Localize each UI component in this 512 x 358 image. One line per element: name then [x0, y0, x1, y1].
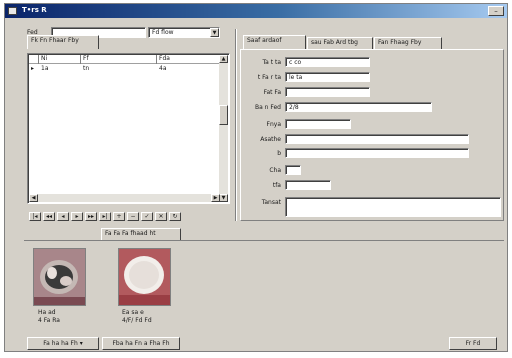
column-header[interactable]: Fda	[157, 55, 220, 64]
record-list[interactable]: Ni Ff Fda ▸ 1a tn 4a ▲ ▼ ◀ ▶	[27, 53, 230, 204]
field-label: Ta t ta	[262, 59, 281, 66]
field-label: tfa	[272, 182, 281, 189]
field-label: Ba n Fed	[254, 104, 281, 111]
nav-delete-button[interactable]: −	[127, 212, 139, 221]
list-header: Ni Ff Fda	[29, 55, 220, 64]
form-input[interactable]	[285, 148, 469, 158]
scroll-thumb[interactable]	[219, 105, 228, 125]
nav-last-button[interactable]: ▸|	[99, 212, 111, 221]
field-label: t Fa r ta	[257, 74, 281, 81]
nav-cancel-button[interactable]: ✕	[155, 212, 167, 221]
field-label: Fat Fa	[263, 89, 281, 96]
app-icon	[8, 7, 17, 15]
form-input[interactable]: le ta	[285, 72, 370, 82]
image-caption: 4/F/ Fd Fd	[122, 317, 152, 324]
nav-prior-button[interactable]: ◂	[57, 212, 69, 221]
form-input[interactable]: 2/8	[285, 102, 432, 112]
form-input-value: 2/8	[289, 104, 299, 111]
row-marker: ▸	[31, 65, 35, 72]
image-caption: Ha ad	[38, 309, 56, 316]
image-caption: Ea sa e	[122, 309, 144, 316]
tab-detail-2[interactable]: sau Fab Ard tbg	[307, 37, 373, 49]
scroll-down-icon[interactable]: ▼	[219, 194, 228, 202]
field-label: Cha	[269, 167, 281, 174]
table-cell: 1a	[41, 65, 49, 72]
image-strip: Ha ad 4 Fa Ra Ea sa e 4/F/ Fd Fd	[24, 240, 504, 334]
column-header[interactable]: Ni	[39, 55, 81, 64]
tab-detail-3[interactable]: Fan Fhaag Fby	[374, 37, 442, 49]
form-input-value: c co	[289, 59, 302, 66]
nav-prior-page-button[interactable]: ◂◂	[43, 212, 55, 221]
form-input[interactable]	[285, 180, 331, 190]
form-input[interactable]	[285, 87, 370, 97]
field-label: Tansat	[261, 199, 281, 206]
table-cell: 4a	[159, 65, 167, 72]
vertical-scrollbar[interactable]: ▲ ▼	[219, 55, 228, 202]
nav-next-page-button[interactable]: ▸▸	[85, 212, 97, 221]
nav-refresh-button[interactable]: ↻	[169, 212, 181, 221]
image-caption: 4 Fa Ra	[38, 317, 60, 324]
form-input-value: le ta	[289, 74, 303, 81]
nav-first-button[interactable]: |◂	[29, 212, 41, 221]
field-label: b	[277, 150, 281, 157]
field-label: Fnya	[266, 121, 281, 128]
filter-select-value: Fd flow	[152, 29, 174, 36]
field-label: Asathe	[260, 136, 281, 143]
tooth-image-icon	[34, 249, 85, 305]
chevron-down-icon[interactable]: ▼	[210, 28, 219, 37]
filter-select[interactable]: Fd flow ▼	[148, 27, 220, 38]
tab-images-1[interactable]: Fk Fn Fhaar Fby	[27, 35, 99, 49]
table-cell: tn	[83, 65, 90, 72]
scroll-right-icon[interactable]: ▶	[211, 194, 220, 202]
image-secondary-button[interactable]: Fba ha Fn a Fha Fh	[102, 337, 180, 350]
app-window: T•rs R – Fed Fd flow ▼ Ni Ff Fda ▸ 1a tn…	[4, 3, 508, 352]
scroll-up-icon[interactable]: ▲	[219, 55, 228, 63]
image-thumbnail[interactable]	[33, 248, 86, 306]
image-actions-dropdown[interactable]: Fa ha ha Fh ▾	[27, 337, 99, 350]
horizontal-scrollbar[interactable]: ◀ ▶	[29, 194, 220, 202]
header-marker-cell	[29, 55, 39, 64]
form-input[interactable]	[285, 134, 469, 144]
close-button[interactable]: –	[488, 6, 504, 16]
ok-button[interactable]: Fr Fd	[449, 337, 497, 350]
tab-images-2[interactable]: Fa Fa Fa fhaad ht	[101, 228, 181, 240]
tab-detail-1[interactable]: Saaf ardaof	[243, 35, 306, 49]
nav-insert-button[interactable]: +	[113, 212, 125, 221]
table-row[interactable]: ▸ 1a tn 4a	[29, 65, 220, 74]
nav-next-button[interactable]: ▸	[71, 212, 83, 221]
column-header[interactable]: Ff	[81, 55, 157, 64]
form-input[interactable]	[285, 165, 301, 175]
detail-panel: Ta t ta c co t Fa r ta le ta Fat Fa Ba n…	[240, 49, 504, 221]
image-thumbnail[interactable]	[118, 248, 171, 306]
scroll-left-icon[interactable]: ◀	[29, 194, 38, 202]
title-bar[interactable]: T•rs R –	[5, 4, 507, 18]
tooth-image-icon	[119, 249, 170, 305]
vertical-splitter[interactable]	[235, 29, 237, 221]
window-title: T•rs R	[22, 6, 47, 14]
nav-post-button[interactable]: ✓	[141, 212, 153, 221]
form-textarea[interactable]	[285, 197, 501, 217]
form-input[interactable]	[285, 119, 351, 129]
form-input[interactable]: c co	[285, 57, 370, 67]
